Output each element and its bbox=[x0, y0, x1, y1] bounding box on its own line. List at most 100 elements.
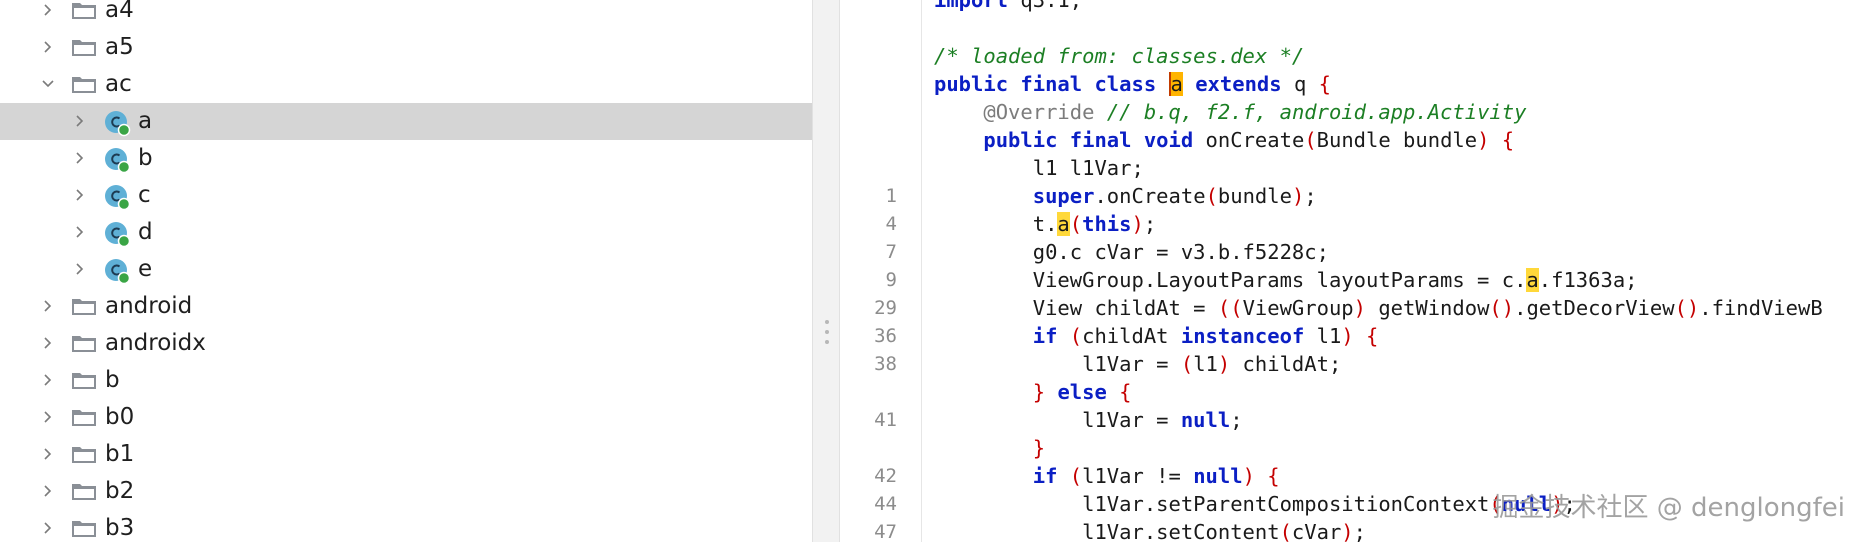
code-keyword: instanceof bbox=[1180, 324, 1305, 348]
code-token: ) bbox=[1217, 352, 1231, 376]
tree-item-label: androidx bbox=[105, 330, 206, 356]
tree-package-item[interactable]: b0 bbox=[0, 399, 812, 436]
code-token: () bbox=[1489, 296, 1515, 320]
tree-package-item[interactable]: b bbox=[0, 362, 812, 399]
folder-icon bbox=[71, 408, 97, 427]
tree-item-label: b0 bbox=[105, 404, 135, 430]
code-line[interactable]: l1Var = (l1) childAt; bbox=[934, 351, 1341, 377]
code-token: { bbox=[1501, 128, 1515, 152]
code-line[interactable]: l1Var.setParentCompositionContext(null); bbox=[934, 491, 1576, 517]
tree-package-item[interactable]: ac bbox=[0, 66, 812, 103]
line-number: 1 bbox=[885, 185, 897, 207]
code-comment: // b.q, f2.f, android.app.Activity bbox=[1106, 100, 1527, 124]
code-token: ViewGroup bbox=[1242, 296, 1354, 320]
code-keyword: super bbox=[1032, 184, 1095, 208]
code-line[interactable]: t.a(this); bbox=[934, 211, 1156, 237]
code-token: { bbox=[1366, 324, 1379, 348]
tree-class-item[interactable]: a bbox=[0, 103, 812, 140]
code-token: ) bbox=[1131, 212, 1144, 236]
line-number: 47 bbox=[874, 521, 897, 543]
code-line[interactable]: } else { bbox=[934, 379, 1132, 405]
tree-item-label: b3 bbox=[105, 515, 135, 541]
line-number: 4 bbox=[885, 213, 897, 235]
code-token: childAt bbox=[1082, 324, 1181, 348]
tree-package-item[interactable]: b1 bbox=[0, 436, 812, 473]
code-keyword: null bbox=[1193, 464, 1243, 488]
code-line[interactable]: g0.c cVar = v3.b.f5228c; bbox=[934, 239, 1329, 265]
code-line[interactable]: if (l1Var != null) { bbox=[934, 463, 1280, 489]
code-line[interactable]: } bbox=[934, 435, 1045, 461]
chevron-right-icon[interactable] bbox=[40, 2, 56, 18]
code-token: bundle bbox=[1217, 184, 1292, 208]
code-highlight: a bbox=[1057, 212, 1070, 236]
code-line[interactable]: View childAt = ((ViewGroup) getWindow().… bbox=[934, 295, 1823, 321]
code-token: ( bbox=[1069, 464, 1083, 488]
code-line[interactable]: /* loaded from: classes.dex */ bbox=[934, 43, 1304, 69]
code-line[interactable]: l1Var = null; bbox=[934, 407, 1242, 433]
tree-item-label: b bbox=[138, 145, 153, 171]
tree-package-item[interactable]: androidx bbox=[0, 325, 812, 362]
tree-package-item[interactable]: b2 bbox=[0, 473, 812, 510]
chevron-right-icon[interactable] bbox=[72, 113, 88, 129]
code-keyword: class bbox=[1094, 72, 1157, 96]
code-line[interactable]: l1Var.setContent(cVar); bbox=[934, 519, 1366, 542]
code-keyword: public bbox=[983, 128, 1058, 152]
chevron-right-icon[interactable] bbox=[72, 187, 88, 203]
code-keyword: import bbox=[934, 0, 1009, 12]
code-keyword: if bbox=[1032, 324, 1058, 348]
chevron-right-icon[interactable] bbox=[40, 335, 56, 351]
chevron-right-icon[interactable] bbox=[40, 483, 56, 499]
chevron-right-icon[interactable] bbox=[40, 409, 56, 425]
code-token: View childAt = bbox=[934, 296, 1218, 320]
chevron-right-icon[interactable] bbox=[40, 446, 56, 462]
tree-package-item[interactable]: a5 bbox=[0, 29, 812, 66]
tree-item-label: a4 bbox=[105, 0, 134, 23]
tree-item-label: android bbox=[105, 293, 193, 319]
folder-icon bbox=[71, 75, 97, 94]
chevron-right-icon[interactable] bbox=[40, 39, 56, 55]
code-token: } bbox=[1032, 380, 1046, 404]
code-token: .f1363a; bbox=[1538, 268, 1638, 292]
code-token: { bbox=[1267, 464, 1280, 488]
code-token: l1 bbox=[1193, 352, 1218, 376]
code-token: ( bbox=[1304, 128, 1317, 152]
code-line[interactable]: super.onCreate(bundle); bbox=[934, 183, 1317, 209]
tree-package-item[interactable]: b3 bbox=[0, 510, 812, 542]
class-icon bbox=[103, 146, 131, 174]
chevron-right-icon[interactable] bbox=[40, 372, 56, 388]
code-line[interactable]: public final void onCreate(Bundle bundle… bbox=[934, 127, 1514, 153]
code-line[interactable]: ViewGroup.LayoutParams layoutParams = c.… bbox=[934, 267, 1638, 293]
code-token: Bundle bundle bbox=[1316, 128, 1478, 152]
chevron-right-icon[interactable] bbox=[72, 261, 88, 277]
chevron-right-icon[interactable] bbox=[72, 224, 88, 240]
line-number: 9 bbox=[885, 269, 897, 291]
tree-class-item[interactable]: e bbox=[0, 251, 812, 288]
code-line[interactable]: import q3.1; bbox=[934, 0, 1082, 13]
code-line[interactable]: l1 l1Var; bbox=[934, 155, 1144, 181]
code-keyword: extends bbox=[1195, 72, 1282, 96]
class-icon bbox=[103, 257, 131, 285]
tree-class-item[interactable]: b bbox=[0, 140, 812, 177]
tree-class-item[interactable]: c bbox=[0, 177, 812, 214]
chevron-down-icon[interactable] bbox=[40, 76, 56, 92]
line-number: 29 bbox=[874, 297, 897, 319]
chevron-right-icon[interactable] bbox=[40, 520, 56, 536]
tree-item-label: ac bbox=[105, 71, 132, 97]
tree-package-item[interactable]: a4 bbox=[0, 0, 812, 29]
chevron-right-icon[interactable] bbox=[72, 150, 88, 166]
code-editor[interactable]: import q3.1; /* loaded from: classes.dex … bbox=[922, 0, 1861, 542]
tree-package-item[interactable]: android bbox=[0, 288, 812, 325]
code-token: .getDecorView bbox=[1514, 296, 1675, 320]
code-line[interactable]: public final class a extends q { bbox=[934, 71, 1331, 97]
chevron-right-icon[interactable] bbox=[40, 298, 56, 314]
code-line[interactable]: if (childAt instanceof l1) { bbox=[934, 323, 1379, 349]
tree-class-item[interactable]: d bbox=[0, 214, 812, 251]
code-line[interactable]: @Override // b.q, f2.f, android.app.Acti… bbox=[934, 99, 1526, 125]
code-token: q3.1; bbox=[1008, 0, 1083, 12]
